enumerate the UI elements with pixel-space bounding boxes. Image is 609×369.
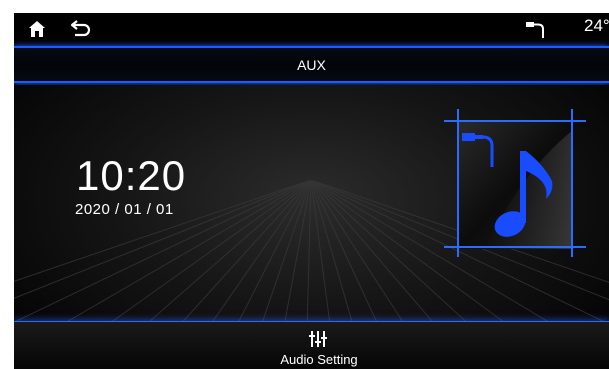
audio-setting-button[interactable]: Audio Setting: [269, 322, 369, 369]
aux-source-artwork[interactable]: [444, 109, 586, 257]
home-icon[interactable]: [28, 20, 46, 38]
clock-time: 10:20: [76, 152, 187, 199]
equalizer-icon: [309, 331, 327, 347]
car-head-unit-screen: 24° AUX 10:20 2020 / 01 / 01 Audio Setti…: [14, 13, 609, 369]
page-title: AUX: [297, 57, 326, 73]
main-panel: 10:20 2020 / 01 / 01 Audio Setting: [14, 85, 609, 369]
clock-date: 2020 / 01 / 01: [75, 201, 174, 218]
bottom-bar: Audio Setting: [14, 321, 609, 369]
status-bar: 24°: [14, 13, 609, 45]
aux-plug-icon: [526, 22, 544, 38]
title-bar: AUX: [14, 46, 609, 83]
back-icon[interactable]: [70, 18, 92, 38]
audio-setting-label: Audio Setting: [280, 352, 358, 367]
temperature-readout: 24°: [584, 16, 609, 35]
